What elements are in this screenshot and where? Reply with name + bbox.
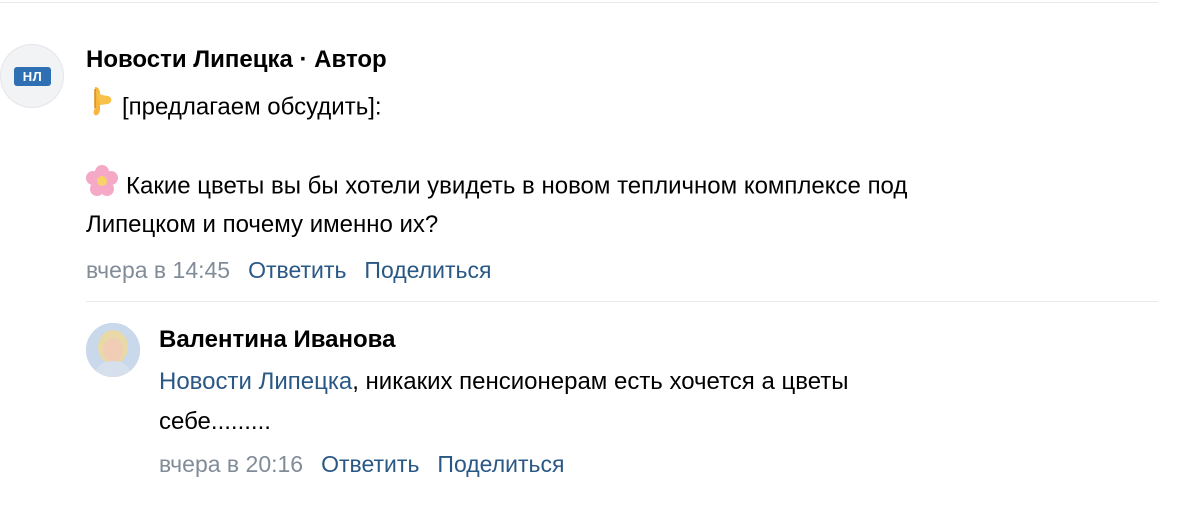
- post-intro-line: [предлагаем обсудить]:: [86, 87, 382, 129]
- post-share-button[interactable]: Поделиться: [364, 257, 491, 283]
- reply-author-avatar[interactable]: [86, 323, 140, 377]
- post-intro-text: [предлагаем обсудить]:: [122, 93, 382, 121]
- post-reply-button[interactable]: Ответить: [248, 257, 346, 283]
- post-question-line-1: Какие цветы вы бы хотели увидеть в новом…: [86, 165, 908, 207]
- post-meta-bar: вчера в 14:45 Ответить Поделиться: [86, 255, 509, 285]
- reply-share-button[interactable]: Поделиться: [437, 451, 564, 477]
- reply-mention-link[interactable]: Новости Липецка: [159, 368, 352, 395]
- reply-text-line-1: Новости Липецка, никаких пенсионерам ест…: [159, 367, 849, 397]
- top-divider: [0, 2, 1158, 3]
- reply-meta-bar: вчера в 20:16 Ответить Поделиться: [159, 449, 582, 479]
- post-question-text-1: Какие цветы вы бы хотели увидеть в новом…: [126, 172, 908, 200]
- person-photo-icon: [86, 323, 140, 377]
- reply-reply-button[interactable]: Ответить: [321, 451, 419, 477]
- post-question-line-2: Липецком и почему именно их?: [86, 211, 439, 238]
- post-author-avatar[interactable]: НЛ: [0, 44, 64, 108]
- reply-text-line-2: себе.........: [159, 408, 271, 435]
- news-logo-badge: НЛ: [14, 67, 51, 86]
- blossom-flower-icon: [86, 165, 118, 205]
- post-timestamp[interactable]: вчера в 14:45: [86, 257, 230, 283]
- post-author-name[interactable]: Новости Липецка · Автор: [86, 45, 387, 75]
- reply-author-name[interactable]: Валентина Иванова: [159, 325, 395, 355]
- pointing-down-finger-icon: [86, 85, 114, 127]
- reply-timestamp[interactable]: вчера в 20:16: [159, 451, 303, 477]
- reply-text-1: , никаких пенсионерам есть хочется а цве…: [352, 368, 849, 395]
- comment-divider: [86, 301, 1158, 302]
